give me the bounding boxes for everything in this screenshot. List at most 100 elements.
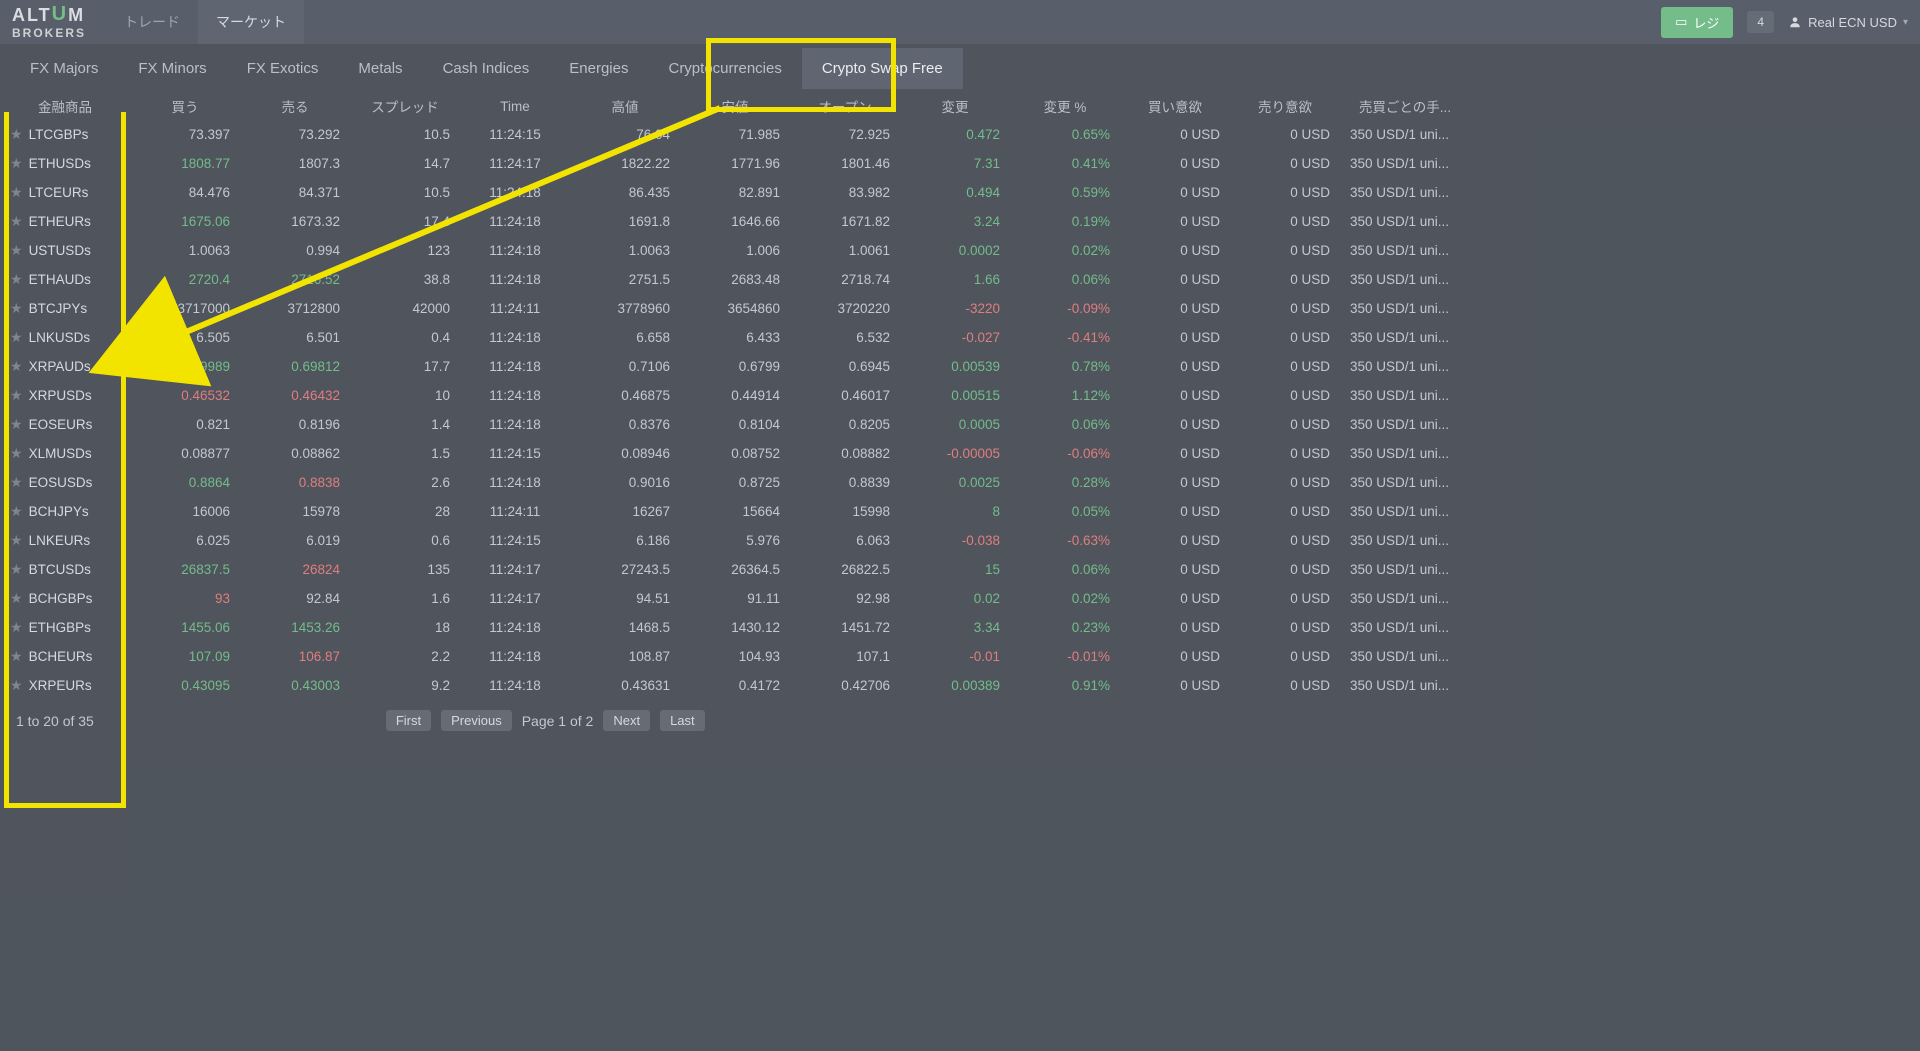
col-high[interactable]: 高値 [570, 96, 680, 116]
low-cell: 1430.12 [680, 620, 790, 635]
star-icon[interactable]: ★ [10, 213, 23, 230]
table-row[interactable]: ★USTUSDs1.00630.99412311:24:181.00631.00… [0, 236, 1920, 265]
table-row[interactable]: ★LNKUSDs6.5056.5010.411:24:186.6586.4336… [0, 323, 1920, 352]
table-row[interactable]: ★XRPEURs0.430950.430039.211:24:180.43631… [0, 671, 1920, 700]
table-row[interactable]: ★BCHJPYs16006159782811:24:11162671566415… [0, 497, 1920, 526]
low-cell: 0.08752 [680, 446, 790, 461]
buy-cell: 2720.4 [130, 272, 240, 287]
high-cell: 1822.22 [570, 156, 680, 171]
change-cell: 0.02 [900, 591, 1010, 606]
star-icon[interactable]: ★ [10, 677, 23, 694]
commission-cell: 350 USD/1 uni... [1340, 214, 1470, 229]
high-cell: 0.08946 [570, 446, 680, 461]
col-buy[interactable]: 買う [130, 96, 240, 116]
previous-button[interactable]: Previous [441, 710, 512, 731]
deposit-button[interactable]: ▭ レジ [1661, 7, 1733, 38]
long-swap-cell: 0 USD [1120, 678, 1230, 693]
cat-fx-minors[interactable]: FX Minors [118, 48, 226, 89]
notification-badge[interactable]: 4 [1747, 11, 1774, 33]
time-cell: 11:24:18 [460, 620, 570, 635]
high-cell: 0.9016 [570, 475, 680, 490]
cat-energies[interactable]: Energies [549, 48, 648, 89]
col-symbol[interactable]: 金融商品 [0, 96, 130, 116]
commission-cell: 350 USD/1 uni... [1340, 591, 1470, 606]
last-button[interactable]: Last [660, 710, 705, 731]
col-spread[interactable]: スプレッド [350, 96, 460, 116]
high-cell: 16267 [570, 504, 680, 519]
table-row[interactable]: ★ETHGBPs1455.061453.261811:24:181468.514… [0, 613, 1920, 642]
star-icon[interactable]: ★ [10, 648, 23, 665]
table-row[interactable]: ★EOSEURs0.8210.81961.411:24:180.83760.81… [0, 410, 1920, 439]
star-icon[interactable]: ★ [10, 561, 23, 578]
next-button[interactable]: Next [603, 710, 650, 731]
star-icon[interactable]: ★ [10, 532, 23, 549]
table-row[interactable]: ★ETHUSDs1808.771807.314.711:24:171822.22… [0, 149, 1920, 178]
market-table: 金融商品 買う 売る スプレッド Time 高値 安値 オープン 変更 変更 %… [0, 92, 1920, 700]
symbol-name: BCHEURs [29, 649, 93, 664]
star-icon[interactable]: ★ [10, 184, 23, 201]
cat-cash-indices[interactable]: Cash Indices [423, 48, 550, 89]
commission-cell: 350 USD/1 uni... [1340, 156, 1470, 171]
change-cell: 7.31 [900, 156, 1010, 171]
col-sell[interactable]: 売る [240, 96, 350, 116]
buy-cell: 26837.5 [130, 562, 240, 577]
star-icon[interactable]: ★ [10, 358, 23, 375]
cat-crypto-swap-free[interactable]: Crypto Swap Free [802, 48, 963, 89]
star-icon[interactable]: ★ [10, 445, 23, 462]
table-row[interactable]: ★LNKEURs6.0256.0190.611:24:156.1865.9766… [0, 526, 1920, 555]
table-row[interactable]: ★XRPAUDs0.699890.6981217.711:24:180.7106… [0, 352, 1920, 381]
sell-cell: 84.371 [240, 185, 350, 200]
star-icon[interactable]: ★ [10, 329, 23, 346]
col-short-swap[interactable]: 売り意欲 [1230, 96, 1340, 116]
account-selector[interactable]: Real ECN USD ▾ [1788, 15, 1908, 30]
short-swap-cell: 0 USD [1230, 504, 1340, 519]
time-cell: 11:24:15 [460, 127, 570, 142]
table-row[interactable]: ★XLMUSDs0.088770.088621.511:24:150.08946… [0, 439, 1920, 468]
table-row[interactable]: ★ETHAUDs2720.42716.5238.811:24:182751.52… [0, 265, 1920, 294]
star-icon[interactable]: ★ [10, 416, 23, 433]
star-icon[interactable]: ★ [10, 300, 23, 317]
cat-metals[interactable]: Metals [338, 48, 422, 89]
table-row[interactable]: ★ETHEURs1675.061673.3217.411:24:181691.8… [0, 207, 1920, 236]
col-commission[interactable]: 売買ごとの手... [1340, 96, 1470, 116]
col-change-pct[interactable]: 変更 % [1010, 96, 1120, 116]
table-row[interactable]: ★BCHGBPs9392.841.611:24:1794.5191.1192.9… [0, 584, 1920, 613]
table-row[interactable]: ★XRPUSDs0.465320.464321011:24:180.468750… [0, 381, 1920, 410]
long-swap-cell: 0 USD [1120, 156, 1230, 171]
star-icon[interactable]: ★ [10, 126, 23, 143]
deposit-label: レジ [1693, 13, 1719, 32]
table-row[interactable]: ★LTCEURs84.47684.37110.511:24:1886.43582… [0, 178, 1920, 207]
tab-trade[interactable]: トレード [106, 0, 198, 44]
tab-market[interactable]: マーケット [198, 0, 304, 44]
star-icon[interactable]: ★ [10, 155, 23, 172]
first-button[interactable]: First [386, 710, 431, 731]
star-icon[interactable]: ★ [10, 619, 23, 636]
table-row[interactable]: ★BTCJPYs371700037128004200011:24:1137789… [0, 294, 1920, 323]
symbol-name: BTCJPYs [29, 301, 88, 316]
col-long-swap[interactable]: 買い意欲 [1120, 96, 1230, 116]
col-open[interactable]: オープン [790, 96, 900, 116]
star-icon[interactable]: ★ [10, 387, 23, 404]
star-icon[interactable]: ★ [10, 503, 23, 520]
short-swap-cell: 0 USD [1230, 388, 1340, 403]
table-row[interactable]: ★EOSUSDs0.88640.88382.611:24:180.90160.8… [0, 468, 1920, 497]
col-low[interactable]: 安値 [680, 96, 790, 116]
col-time[interactable]: Time [460, 99, 570, 114]
table-row[interactable]: ★BTCUSDs26837.52682413511:24:1727243.526… [0, 555, 1920, 584]
table-row[interactable]: ★LTCGBPs73.39773.29210.511:24:1576.0471.… [0, 120, 1920, 149]
col-change[interactable]: 変更 [900, 96, 1010, 116]
cat-cryptocurrencies[interactable]: Cryptocurrencies [648, 48, 801, 89]
star-icon[interactable]: ★ [10, 271, 23, 288]
buy-cell: 1808.77 [130, 156, 240, 171]
star-icon[interactable]: ★ [10, 242, 23, 259]
star-icon[interactable]: ★ [10, 590, 23, 607]
table-row[interactable]: ★BCHEURs107.09106.872.211:24:18108.87104… [0, 642, 1920, 671]
spread-cell: 0.4 [350, 330, 460, 345]
long-swap-cell: 0 USD [1120, 272, 1230, 287]
star-icon[interactable]: ★ [10, 474, 23, 491]
commission-cell: 350 USD/1 uni... [1340, 446, 1470, 461]
cat-fx-exotics[interactable]: FX Exotics [227, 48, 339, 89]
change-cell: -3220 [900, 301, 1010, 316]
cat-fx-majors[interactable]: FX Majors [10, 48, 118, 89]
long-swap-cell: 0 USD [1120, 562, 1230, 577]
